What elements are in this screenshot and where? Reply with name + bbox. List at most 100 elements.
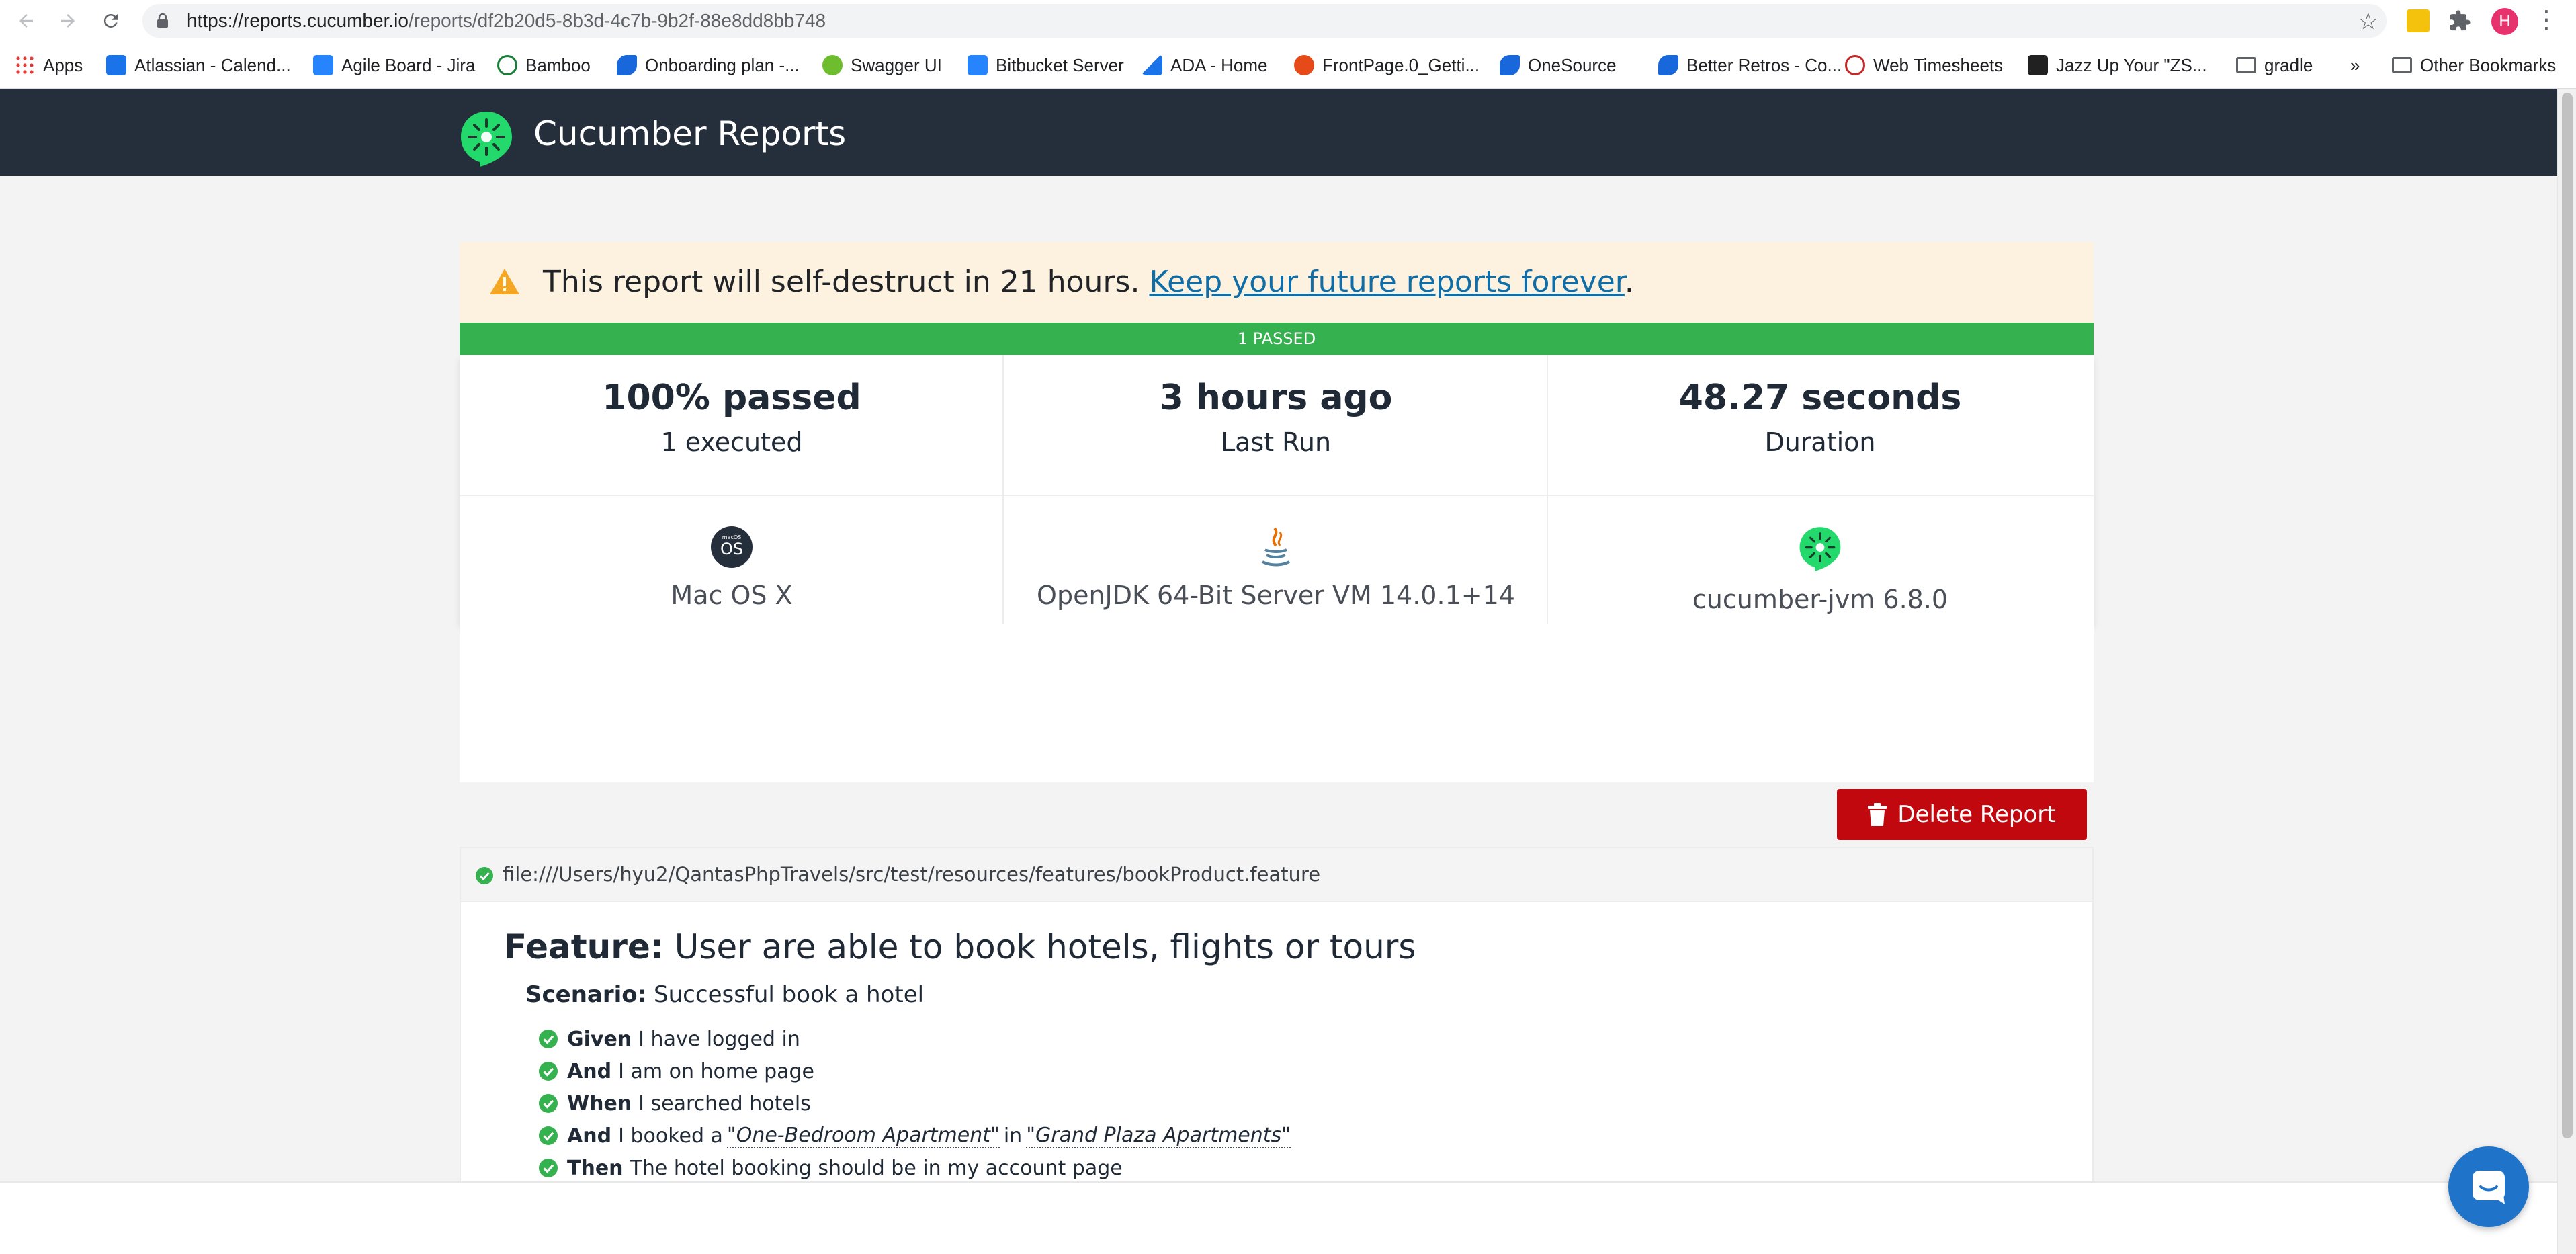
bookmark-gradle-folder[interactable]: gradle	[2236, 52, 2313, 78]
calendar-icon	[106, 55, 126, 75]
step-parameter: "Grand Plaza Apartments"	[1026, 1123, 1291, 1148]
bookmark-jira[interactable]: Agile Board - Jira	[313, 52, 475, 78]
step-row: Given I have logged in	[539, 1023, 1295, 1055]
jvm-info: OpenJDK 64-Bit Server VM 14.0.1+14	[1004, 526, 1548, 610]
bookmark-atlassian-calendar[interactable]: Atlassian - Calend...	[106, 52, 291, 78]
delete-report-button[interactable]: Delete Report	[1837, 789, 2087, 840]
tool-name: cucumber-jvm 6.8.0	[1692, 585, 1948, 614]
jira-icon	[313, 55, 333, 75]
passed-check-icon	[539, 1126, 558, 1145]
os-info: macOS OS Mac OS X	[460, 526, 1004, 610]
step-row: And I am on home page	[539, 1055, 1295, 1087]
confluence-icon	[1500, 55, 1520, 75]
svg-text:OS: OS	[720, 540, 743, 558]
column-divider	[1547, 355, 1548, 624]
url-text: https://reports.cucumber.io/reports/df2b…	[187, 10, 826, 31]
bookmark-jazz-up[interactable]: Jazz Up Your "ZS...	[2028, 52, 2207, 78]
back-arrow-icon[interactable]	[12, 7, 40, 35]
folder-icon	[2392, 57, 2412, 73]
banner-text: This report will self-destruct in 21 hou…	[543, 265, 1634, 299]
bookmarks-overflow-chevron[interactable]: »	[2350, 52, 2360, 78]
ada-icon	[1142, 55, 1162, 75]
passed-check-icon	[539, 1094, 558, 1113]
jazz-icon	[2028, 55, 2048, 75]
delete-report-label: Delete Report	[1897, 801, 2056, 828]
top-navbar: Cucumber Reports	[0, 89, 2557, 176]
bookmark-swagger[interactable]: Swagger UI	[822, 52, 942, 78]
bookmark-bitbucket[interactable]: Bitbucket Server	[968, 52, 1124, 78]
passed-percentage: 100% passed	[602, 378, 861, 418]
java-icon	[1262, 527, 1290, 567]
scrollbar-thumb[interactable]	[2562, 93, 2573, 1138]
swagger-icon	[822, 55, 843, 75]
feature-file-path: file:///Users/hyu2/QantasPhpTravels/src/…	[503, 863, 1321, 886]
bookmark-bamboo[interactable]: Bamboo	[497, 52, 591, 78]
tool-info: cucumber-jvm 6.8.0	[1548, 526, 2092, 614]
trash-icon	[1868, 803, 1887, 826]
bitbucket-icon	[968, 55, 988, 75]
chat-bubble-icon	[2473, 1171, 2505, 1204]
step-parameter: "One-Bedroom Apartment"	[726, 1123, 1000, 1148]
brand-title[interactable]: Cucumber Reports	[533, 114, 846, 153]
duration-value: 48.27 seconds	[1678, 378, 1962, 418]
bookmark-onesource[interactable]: OneSource	[1500, 52, 1617, 78]
keep-reports-link[interactable]: Keep your future reports forever	[1149, 265, 1624, 299]
feature-title: Feature: User are able to book hotels, f…	[504, 927, 1416, 966]
page-footer-area	[0, 1181, 2557, 1254]
confluence-icon	[1658, 55, 1678, 75]
last-run-label: Last Run	[1220, 427, 1332, 457]
folder-icon	[2236, 57, 2256, 73]
page-scrollbar[interactable]	[2557, 89, 2576, 1254]
scenario-steps: Given I have logged in And I am on home pa…	[539, 1023, 1295, 1184]
column-divider	[1002, 355, 1004, 624]
cucumber-jvm-icon	[1799, 527, 1841, 571]
passed-check-icon	[539, 1159, 558, 1177]
profile-avatar[interactable]: H	[2491, 8, 2518, 35]
other-bookmarks-folder[interactable]: Other Bookmarks	[2392, 52, 2556, 78]
macos-icon: macOS OS	[711, 526, 753, 568]
report-page: Cucumber Reports This report will self-d…	[0, 89, 2557, 1254]
duration-label: Duration	[1764, 427, 1876, 457]
lock-icon	[157, 13, 168, 28]
timesheet-icon	[1845, 55, 1865, 75]
reload-icon[interactable]	[97, 7, 125, 35]
chat-launcher-button[interactable]	[2448, 1146, 2529, 1227]
bookmark-ada-home[interactable]: ADA - Home	[1142, 52, 1268, 78]
expiry-banner: This report will self-destruct in 21 hou…	[460, 242, 2094, 323]
step-row: And I booked a "One-Bedroom Apartment" in…	[539, 1120, 1295, 1152]
summary-panel: 100% passed 1 executed 3 hours ago Last …	[460, 355, 2094, 624]
step-row: Then The hotel booking should be in my ac…	[539, 1152, 1295, 1184]
browser-toolbar: https://reports.cucumber.io/reports/df2b…	[0, 0, 2576, 42]
cucumber-logo-icon[interactable]	[460, 110, 513, 168]
bookmark-onboarding[interactable]: Onboarding plan -...	[617, 52, 800, 78]
os-name: Mac OS X	[671, 581, 793, 610]
bookmark-web-timesheets[interactable]: Web Timesheets	[1845, 52, 2003, 78]
passed-check-icon	[539, 1030, 558, 1048]
bookmark-star-icon[interactable]: ☆	[2358, 8, 2378, 35]
warning-icon	[490, 269, 519, 294]
confluence-icon	[617, 55, 637, 75]
bookmark-better-retros[interactable]: Better Retros - Co...	[1658, 52, 1842, 78]
frontpage-icon	[1294, 55, 1314, 75]
feature-file-header[interactable]: file:///Users/hyu2/QantasPhpTravels/src/…	[461, 848, 2092, 902]
summary-spacer	[460, 624, 2094, 782]
puzzle-extensions-icon[interactable]	[2448, 9, 2471, 32]
passed-stat: 100% passed 1 executed	[460, 378, 1004, 457]
executed-count: 1 executed	[660, 427, 803, 457]
bookmark-frontpage[interactable]: FrontPage.0_Getti...	[1294, 52, 1479, 78]
bookmark-apps[interactable]: Apps	[15, 52, 83, 78]
duration-stat: 48.27 seconds Duration	[1548, 378, 2092, 457]
apps-grid-icon	[15, 55, 35, 75]
feature-card: file:///Users/hyu2/QantasPhpTravels/src/…	[460, 847, 2094, 1204]
scenario-title: Scenario: Successful book a hotel	[525, 981, 925, 1008]
passed-status-bar: 1 PASSED	[460, 323, 2094, 355]
address-bar[interactable]: https://reports.cucumber.io/reports/df2b…	[142, 4, 2387, 38]
jvm-name: OpenJDK 64-Bit Server VM 14.0.1+14	[1037, 581, 1515, 610]
passed-check-icon	[476, 867, 493, 884]
bamboo-icon	[497, 55, 517, 75]
last-run-stat: 3 hours ago Last Run	[1004, 378, 1548, 457]
extension-icon[interactable]	[2407, 9, 2430, 32]
browser-menu-icon[interactable]: ⋮	[2534, 5, 2559, 34]
bookmarks-bar: Apps Atlassian - Calend... Agile Board -…	[0, 42, 2576, 89]
forward-arrow-icon[interactable]	[54, 7, 82, 35]
